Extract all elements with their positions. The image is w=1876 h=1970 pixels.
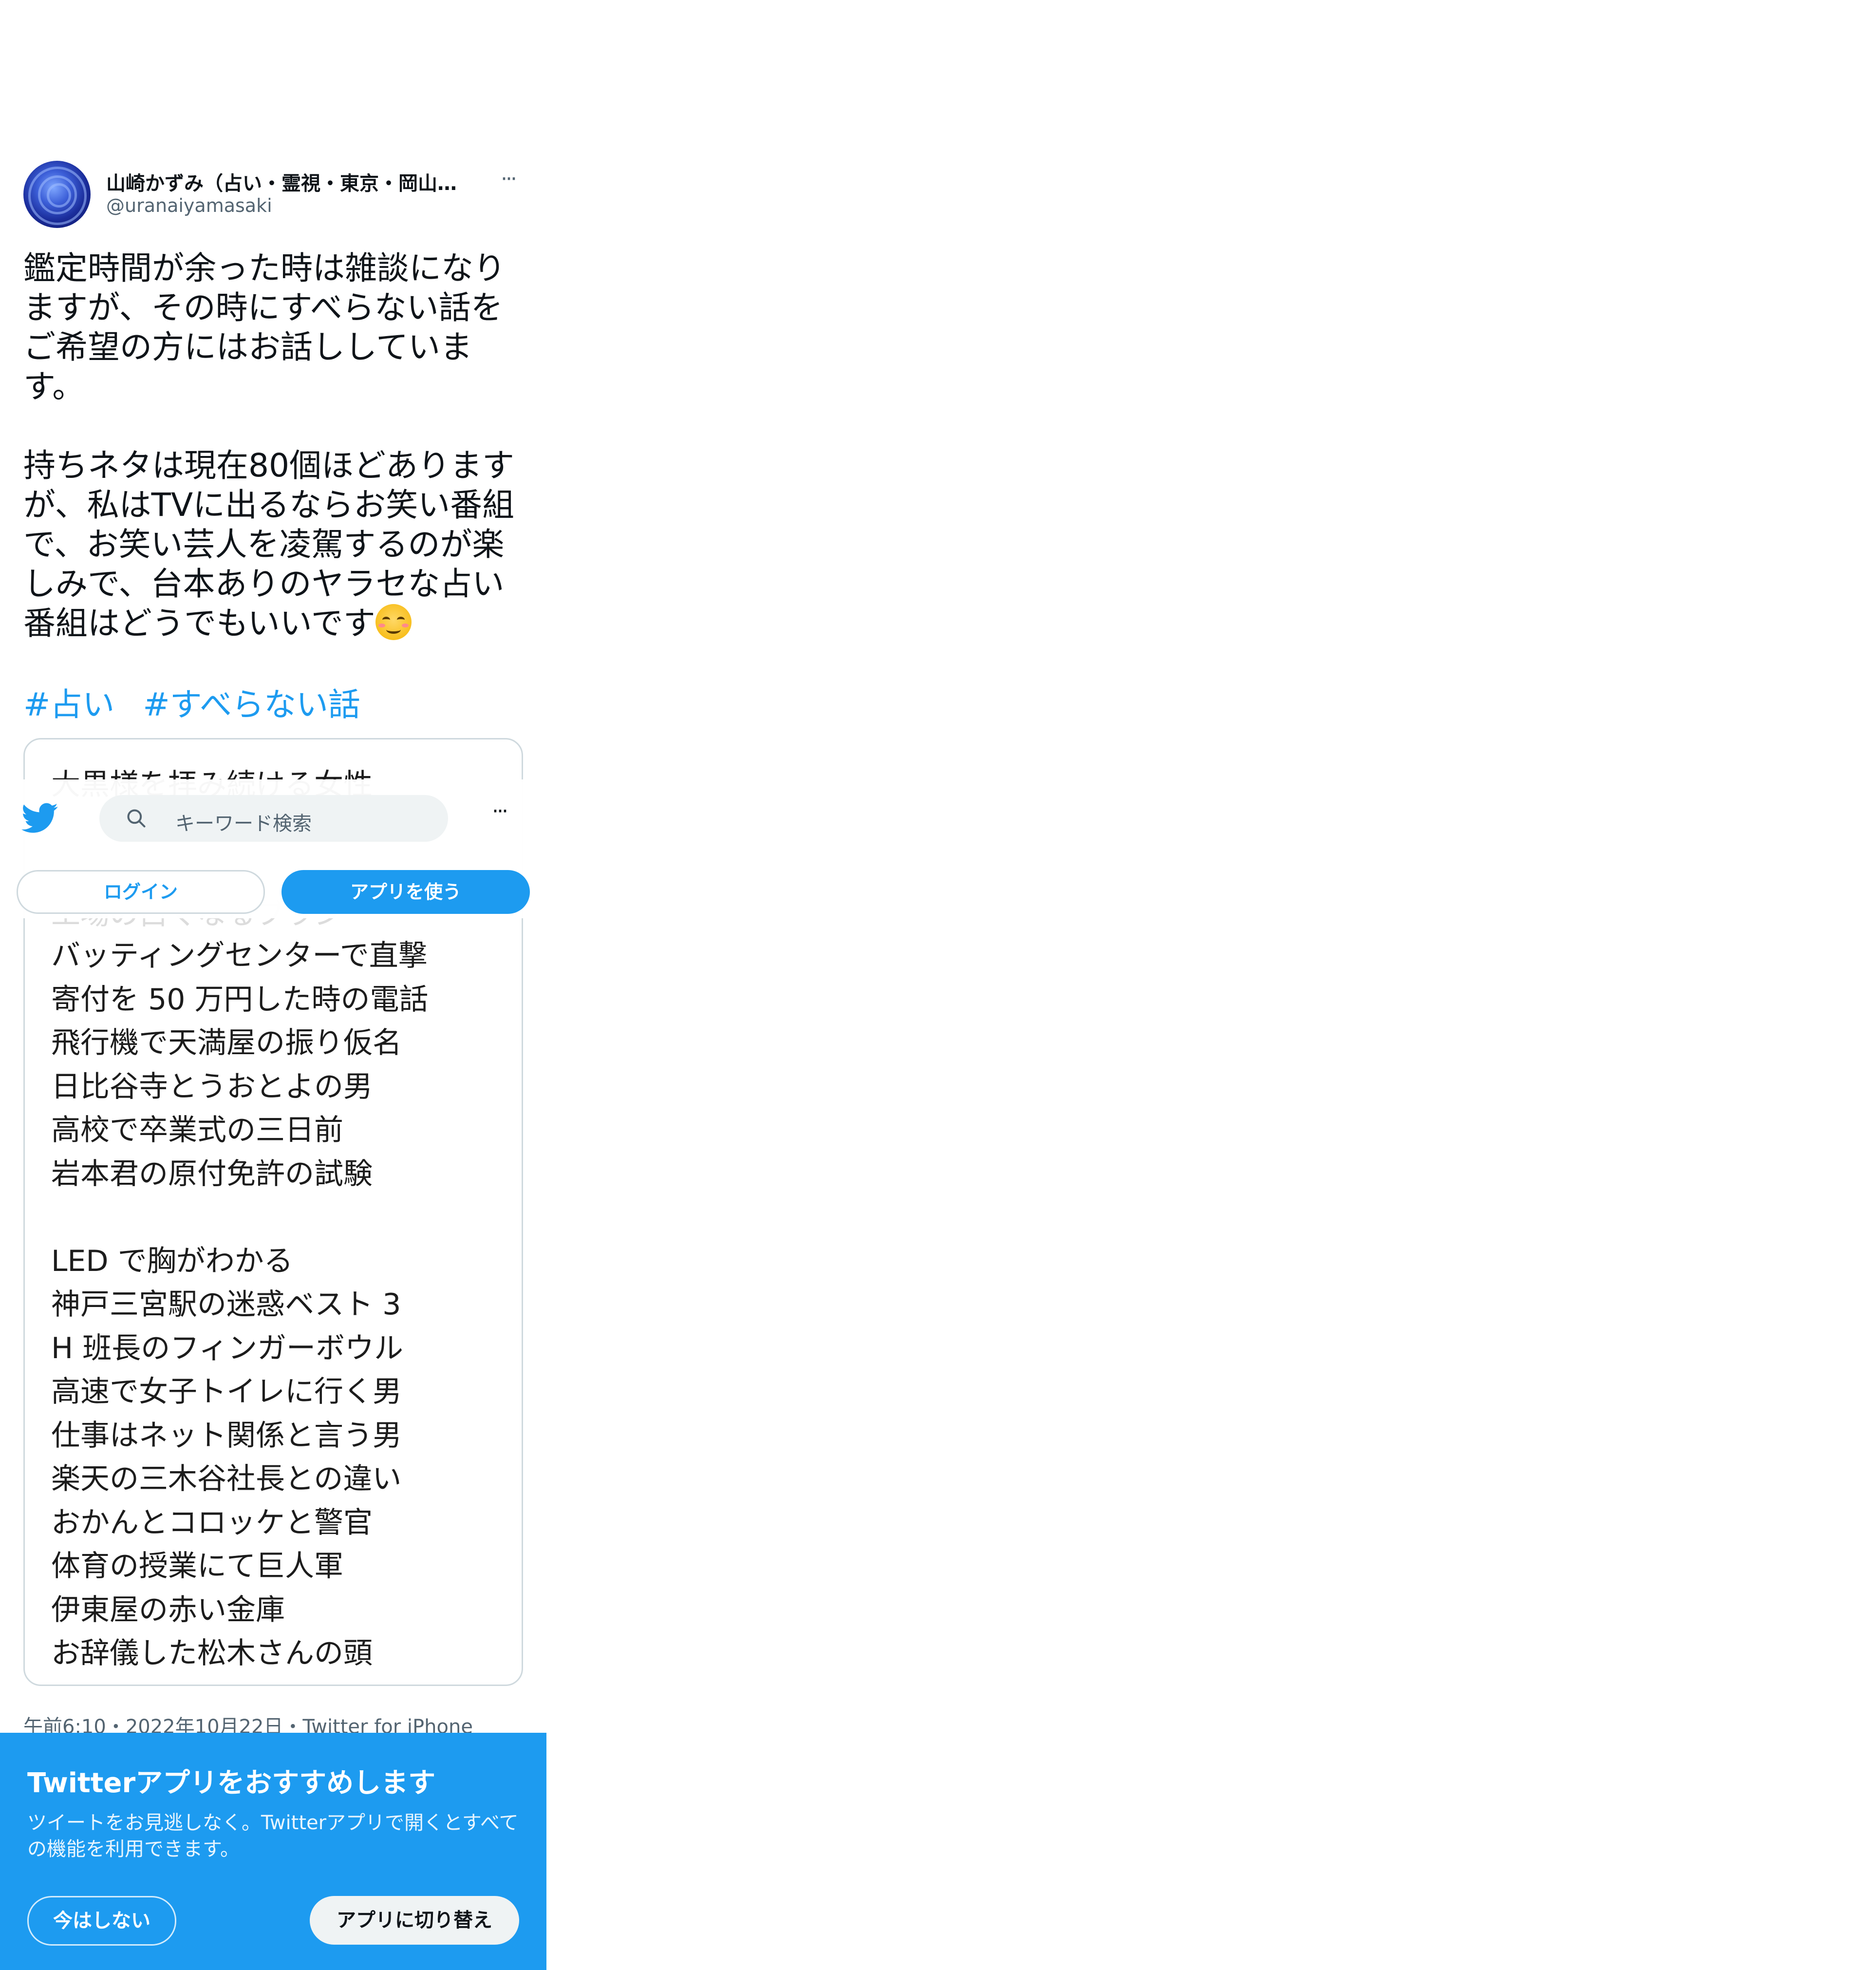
hashtag-link[interactable]: #すべらない話 bbox=[143, 686, 360, 723]
smiling-face-emoji-icon bbox=[375, 604, 412, 640]
image-text-list: バッティングセンターで直撃 寄付を 50 万円した時の電話 飛行機で天満屋の振り… bbox=[51, 939, 429, 1670]
author-name[interactable]: 山崎かずみ（占い・霊視・東京・岡山… bbox=[106, 168, 476, 193]
app-promo-banner: Twitterアプリをおすすめします ツイートをお見逃しなく。Twitterアプ… bbox=[0, 1733, 546, 1970]
author-handle[interactable]: @uranaiyamasaki bbox=[106, 195, 272, 216]
hashtags: #占い #すべらない話 bbox=[23, 679, 389, 725]
switch-to-app-button[interactable]: アプリに切り替え bbox=[310, 1896, 519, 1945]
tweet-more-icon[interactable]: ··· bbox=[491, 169, 525, 194]
more-options-icon[interactable]: ··· bbox=[492, 799, 508, 824]
tweet-text: 鑑定時間が余った時は雑談になりますが、その時にすべらない話をご希望の方にはお話し… bbox=[23, 248, 530, 643]
avatar[interactable] bbox=[23, 161, 91, 228]
search-input[interactable]: キーワード検索 bbox=[99, 795, 448, 842]
banner-description: ツイートをお見逃しなく。Twitterアプリで開くとすべての機能を利用できます。 bbox=[27, 1812, 519, 1860]
not-now-button[interactable]: 今はしない bbox=[27, 1896, 176, 1946]
use-app-button[interactable]: アプリを使う bbox=[281, 870, 530, 914]
search-icon bbox=[127, 809, 146, 828]
top-navigation-bar: キーワード検索 ··· ログイン アプリを使う bbox=[0, 779, 545, 918]
search-placeholder: キーワード検索 bbox=[175, 813, 312, 835]
login-button[interactable]: ログイン bbox=[17, 870, 265, 914]
banner-title: Twitterアプリをおすすめします bbox=[27, 1767, 436, 1799]
twitter-bird-icon[interactable] bbox=[21, 803, 58, 834]
hashtag-link[interactable]: #占い bbox=[23, 686, 114, 723]
tweet-text-body: 鑑定時間が余った時は雑談になりますが、その時にすべらない話をご希望の方にはお話し… bbox=[23, 249, 515, 642]
